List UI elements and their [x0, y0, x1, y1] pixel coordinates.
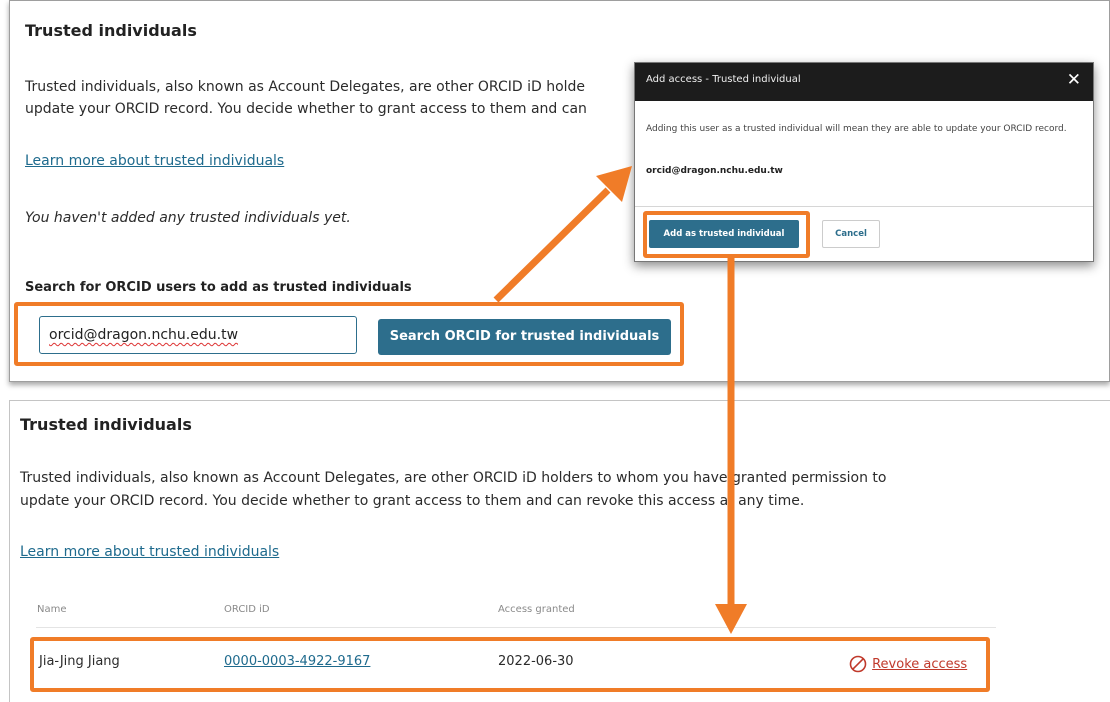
- intro-line-2: update your ORCID record. You decide whe…: [20, 493, 805, 509]
- empty-state-text: You haven't added any trusted individual…: [25, 210, 351, 226]
- learn-more-link[interactable]: Learn more about trusted individuals: [25, 153, 284, 169]
- add-button-highlight: [643, 211, 810, 258]
- search-label: Search for ORCID users to add as trusted…: [25, 280, 412, 295]
- modal-divider: [635, 206, 1093, 207]
- section-title: Trusted individuals: [25, 21, 197, 40]
- modal-email: orcid@dragon.nchu.edu.tw: [646, 166, 783, 176]
- learn-more-link[interactable]: Learn more about trusted individuals: [20, 544, 279, 560]
- table-divider: [36, 627, 996, 628]
- section-title: Trusted individuals: [20, 415, 192, 434]
- intro-line-1: Trusted individuals, also known as Accou…: [20, 470, 887, 486]
- column-header-orcid: ORCID iD: [224, 604, 270, 615]
- result-row-highlight: [30, 637, 990, 692]
- close-icon[interactable]: ✕: [1067, 70, 1081, 90]
- search-highlight: [14, 302, 684, 366]
- intro-line-1: Trusted individuals, also known as Accou…: [25, 79, 586, 95]
- cancel-button[interactable]: Cancel: [822, 220, 880, 248]
- modal-title: Add access - Trusted individual: [646, 74, 801, 85]
- modal-body-text: Adding this user as a trusted individual…: [646, 124, 1067, 134]
- intro-line-2: update your ORCID record. You decide whe…: [25, 101, 587, 117]
- column-header-name: Name: [37, 604, 67, 615]
- column-header-granted: Access granted: [498, 604, 575, 615]
- modal-header: Add access - Trusted individual ✕: [635, 63, 1093, 101]
